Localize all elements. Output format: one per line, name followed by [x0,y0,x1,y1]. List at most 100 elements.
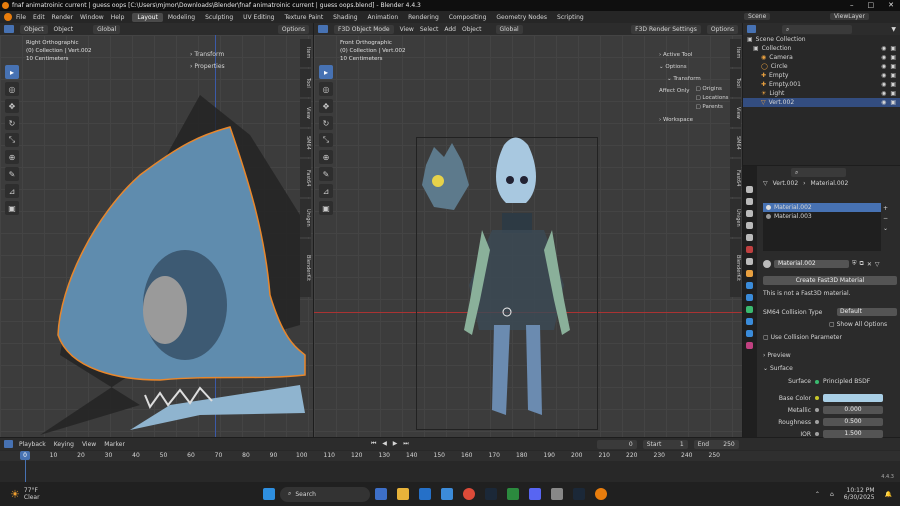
left-options-button[interactable]: Options [277,24,309,34]
tray-overflow-icon[interactable]: ⌃ [815,491,820,498]
cursor-tool[interactable]: ◎ [5,82,19,96]
timeline-menu-marker[interactable]: Marker [104,441,125,448]
add-cube-tool[interactable]: ▣ [5,201,19,215]
eye-icon[interactable]: ◉ [881,90,886,97]
right-mode-dropdown[interactable]: F3D Object Mode [334,24,394,34]
sidebar-tab-sm64[interactable]: SM64 [300,129,311,157]
outliner-row[interactable]: ◯ Circle ◉ ▣ [743,62,900,71]
show-all-options-checkbox[interactable]: ▢ Show All Options [829,321,887,328]
windows-start-icon[interactable] [263,488,275,500]
workspace-tab-texture-paint[interactable]: Texture Paint [279,13,328,22]
origins-checkbox[interactable]: ▢ Origins [695,85,728,94]
steam-icon[interactable] [485,488,497,500]
remove-slot-button[interactable]: − [883,214,888,224]
file-explorer-icon[interactable] [397,488,409,500]
workspace-tab-uv-editing[interactable]: UV Editing [238,13,279,22]
viewlayer-selector[interactable]: ViewLayer [830,12,869,21]
modifier-tab-icon[interactable] [746,282,753,289]
output-tab-icon[interactable] [746,210,753,217]
eye-icon[interactable]: ◉ [881,81,886,88]
left-object-menu[interactable]: Object [54,26,74,33]
menu-render[interactable]: Render [52,14,73,21]
sidebar-tab-tool[interactable]: Tool [730,69,741,97]
tool-tab-icon[interactable] [746,186,753,193]
outliner-row[interactable]: ☀ Light ◉ ▣ [743,89,900,98]
sidebar-tab-sm64[interactable]: SM64 [730,129,741,157]
timeline-type-icon[interactable] [4,440,13,448]
annotate-tool[interactable]: ✎ [5,167,19,181]
properties-search[interactable]: ⌕ [791,167,846,177]
move-tool[interactable]: ✥ [5,99,19,113]
material-filter-icon[interactable]: ▽ [875,261,880,268]
timeline-ruler[interactable]: 0 10 20 30 40 50 60 70 80 90 100 110 120 130 140 150 160… [0,451,900,461]
scene-tab-icon[interactable] [746,234,753,241]
maximize-button[interactable]: □ [868,0,875,11]
transform-tool-right[interactable]: ⊕ [319,150,333,164]
scene-selector[interactable]: Scene [744,12,771,21]
sidebar-tab-item[interactable]: Item [300,39,311,67]
menu-window[interactable]: Window [80,14,104,21]
new-material-icon[interactable]: ⧉ [860,260,864,268]
move-tool-right[interactable]: ✥ [319,99,333,113]
timeline-menu-keying[interactable]: Keying [54,441,74,448]
workspace-header[interactable]: › Workspace [659,114,729,126]
workspace-tab-layout[interactable]: Layout [132,12,163,22]
workspace-tab-compositing[interactable]: Compositing [444,13,492,22]
base-color-swatch[interactable] [823,394,883,402]
slot-menu-button[interactable]: ⌄ [883,224,888,234]
collection-tab-icon[interactable] [746,258,753,265]
right-select-menu[interactable]: Select [420,26,439,33]
right-object-menu[interactable]: Object [462,26,482,33]
rotate-tool[interactable]: ↻ [5,116,19,130]
xbox-icon[interactable] [507,488,519,500]
taskbar-search-box[interactable]: ⌕ Search [280,486,370,502]
world-tab-icon[interactable] [746,246,753,253]
select-tool-right[interactable]: ▸ [319,65,333,79]
outliner-row[interactable]: ✚ Empty.001 ◉ ▣ [743,80,900,89]
transform-tool[interactable]: ⊕ [5,150,19,164]
eye-icon[interactable]: ◉ [881,63,886,70]
store-icon[interactable] [441,488,453,500]
eye-icon[interactable]: ◉ [881,72,886,79]
right-orientation-dropdown[interactable]: Global [495,24,523,34]
minimize-button[interactable]: – [850,0,854,11]
filter-icon[interactable]: ▼ [891,26,896,33]
particles-tab-icon[interactable] [746,294,753,301]
physics-tab-icon[interactable] [746,306,753,313]
sidebar-tab-item[interactable]: Item [730,39,741,67]
add-slot-button[interactable]: + [883,204,888,214]
measure-tool[interactable]: ⊿ [5,184,19,198]
use-collision-checkbox[interactable]: ▢ Use Collision Parameter [763,334,842,341]
transform-subheader[interactable]: ⌄ Transform [659,73,729,85]
left-orientation-dropdown[interactable]: Global [93,24,121,34]
workspace-tab-animation[interactable]: Animation [363,13,404,22]
right-options-button[interactable]: Options [706,24,738,34]
blender-taskbar-icon[interactable] [595,488,607,500]
options-header[interactable]: ⌄ Options [659,61,729,73]
sidebar-tab-unigen[interactable]: Unigen [300,199,311,237]
chrome-icon[interactable] [463,488,475,500]
outliner-row[interactable]: ▣ Scene Collection [743,35,900,44]
locations-checkbox[interactable]: ▢ Locations [695,94,728,103]
camera-render-icon[interactable]: ▣ [890,54,896,61]
parents-checkbox[interactable]: ▢ Parents [695,103,728,112]
sidebar-tab-view[interactable]: View [300,99,311,127]
right-viewport[interactable]: Front Orthographic (0) Collection | Vert.… [314,35,742,437]
editor-type-icon-right[interactable] [318,25,328,33]
editor-type-icon[interactable] [4,25,14,33]
clock[interactable]: 10:12 PM 6/30/2025 [844,487,875,501]
surface-shader-dropdown[interactable]: Principled BSDF [823,378,870,385]
transform-panel-header[interactable]: › Transform [190,49,225,61]
select-tool[interactable]: ▸ [5,65,19,79]
menu-file[interactable]: File [16,14,26,21]
create-fast3d-material-button[interactable]: Create Fast3D Material [763,276,897,285]
network-icon[interactable]: ⌂ [830,491,834,498]
playback-controls[interactable]: ⏮ ◀ ▶ ⏭ [371,440,411,448]
sidebar-tab-view[interactable]: View [730,99,741,127]
camera-render-icon[interactable]: ▣ [890,63,896,70]
camera-render-icon[interactable]: ▣ [890,72,896,79]
right-view-menu[interactable]: View [400,26,414,33]
left-viewport[interactable]: Right Orthographic (0) Collection | Vert.… [0,35,313,437]
steam-icon-2[interactable] [573,488,585,500]
properties-panel-header[interactable]: › Properties [190,61,225,73]
